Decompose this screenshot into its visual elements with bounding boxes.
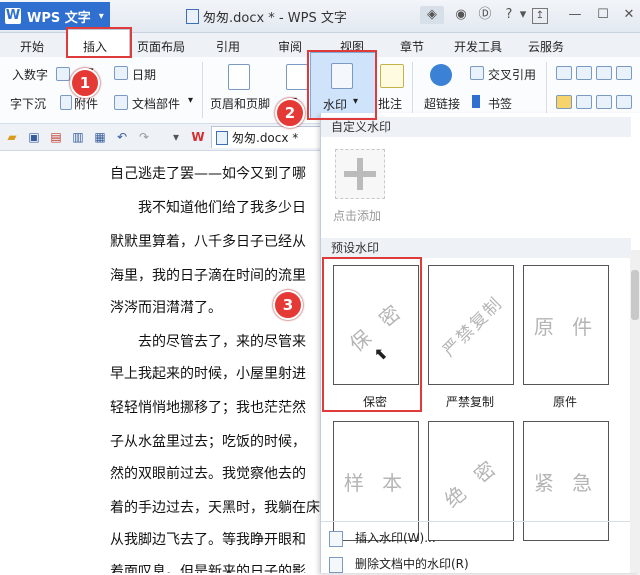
abc-icon[interactable] [556,66,572,80]
undo-icon[interactable]: ↶ [114,129,130,145]
insert-watermark-menu-item[interactable]: 插入水印(W)... [321,527,631,549]
cross-ref-button[interactable]: 交叉引用 [488,66,536,83]
bookmark-icon [472,95,480,108]
preset-watermark-urgent[interactable]: 紧 急 [523,421,609,541]
control-icon[interactable] [556,95,572,109]
attachment-icon [60,95,72,110]
doc-line: 默默里算着，八千多日子已经从 [110,234,306,250]
open-folder-icon[interactable]: ▰ [4,129,20,145]
drop-cap-button[interactable]: 字下沉 [10,95,46,112]
doc-line: 自己逃走了罢——如今又到了哪 [110,166,306,182]
skin-icon[interactable]: ◈ [420,6,444,24]
tab-developer[interactable]: 开发工具 [454,38,502,55]
tab-cloud[interactable]: 云服务 [528,38,564,55]
highlight-confidential-preset [322,257,422,412]
list-icon[interactable] [616,66,632,80]
app-menu-button[interactable]: W WPS 文字 ▾ [0,2,110,30]
tab-chapter[interactable]: 章节 [400,38,424,55]
doc-line: 海里，我的日子滴在时间的流里 [110,268,306,284]
document-icon [216,130,228,145]
add-label: 点击添加 [333,209,382,223]
tab-references[interactable]: 引用 [216,38,240,55]
button-icon[interactable] [576,95,592,109]
save-icon[interactable]: ▣ [26,129,42,145]
print-icon[interactable]: ▥ [70,129,86,145]
d-icon[interactable]: Ⓓ [476,6,494,24]
shield-icon[interactable]: ◉ [452,6,470,24]
field-icon [56,67,70,81]
doc-line: 着面叹息。但是新来的日子的影 [110,564,306,573]
app-name: WPS 文字 [27,10,91,26]
calendar-icon [114,66,128,80]
pdf-icon[interactable]: ▤ [48,129,64,145]
delete-watermark-icon [329,557,343,573]
chevron-down-icon[interactable]: ▾ [514,6,532,24]
redo-icon[interactable]: ↷ [136,129,152,145]
edit-icon[interactable] [616,95,632,109]
date-button[interactable]: 日期 [132,66,156,83]
doc-line: 去的尽管去了，来的尽管来 [110,334,306,350]
preset-watermark-no-copy[interactable]: 严禁复制 [428,265,514,385]
preset-watermark-top-secret[interactable]: 绝 密 [428,421,514,541]
watermark-icon [329,531,343,547]
maximize-icon[interactable]: ☐ [594,6,612,24]
minimize-icon[interactable]: — [566,6,584,24]
checkbox-icon[interactable] [596,66,612,80]
chevron-down-icon[interactable]: ▾ [188,95,193,106]
close-icon[interactable]: ✕ [620,6,638,24]
tab-page-layout[interactable]: 页面布局 [137,38,185,55]
menu-divider [321,521,631,522]
doc-line: 我不知道他们给了我多少日 [110,200,306,216]
step-badge-1: 1 [70,68,100,98]
document-page[interactable]: 自己逃走了罢——如今又到了哪 我不知道他们给了我多少日 默默里算着，八千多日子已… [0,151,320,573]
document-icon [186,9,199,24]
ribbon-divider [412,62,413,118]
chevron-down-icon: ▾ [98,10,104,22]
restore-icon[interactable]: ↥ [532,8,548,24]
doc-line: 子从水盆里过去；吃饭的时候， [110,434,306,450]
preset-watermark-sample[interactable]: 样 本 [333,421,419,541]
wps-brand-icon: W [191,130,205,144]
doc-parts-icon [114,95,128,110]
remove-watermark-menu-item[interactable]: 删除文档中的水印(R) [321,553,631,575]
wps-logo-icon: W [5,8,21,24]
print-preview-icon[interactable]: ▦ [92,129,108,145]
step-badge-2: 2 [275,98,305,128]
doc-parts-button[interactable]: 文档部件 [132,95,180,112]
doc-line: 涔涔而泪潸潸了。 [110,300,222,316]
globe-icon [430,64,452,86]
add-custom-watermark-button[interactable] [335,149,385,199]
ribbon-divider [546,62,547,118]
preset-label: 原件 [552,395,577,409]
hyperlink-button[interactable]: 超链接 [424,95,460,112]
window-title: 匆匆.docx * - WPS 文字 [186,7,347,26]
comment-icon [380,64,404,88]
document-tab[interactable]: 匆匆.docx * [211,126,331,148]
highlight-watermark-button [307,50,377,120]
scrollbar-thumb[interactable] [631,270,639,320]
header-footer-button[interactable]: 页眉和页脚 [210,95,270,112]
doc-line: 着的手边过去，天黑时，我躺在床 [110,500,320,516]
doc-line: 轻轻悄悄地挪移了；我也茫茫然 [110,400,306,416]
bookmark-button[interactable]: 书签 [488,95,512,112]
page-number-icon [286,64,308,90]
cross-ref-icon [470,66,484,80]
radio-icon[interactable] [596,95,612,109]
highlight-insert-tab [66,27,132,58]
preset-label: 严禁复制 [445,395,494,409]
ribbon-divider [202,62,203,118]
comment-button[interactable]: 批注 [378,95,402,112]
doc-line: 早上我起来的时候，小屋里射进 [110,366,306,382]
chevron-down-icon[interactable]: ▾ [168,129,184,145]
preset-watermark-original[interactable]: 原 件 [523,265,609,385]
header-footer-icon [228,64,250,90]
custom-watermark-header: 自定义水印 [321,117,631,137]
doc-line: 从我脚边飞去了。等我睁开眼和 [110,532,306,548]
insert-number-button[interactable]: 入数字 [12,66,48,83]
tab-home[interactable]: 开始 [20,38,44,55]
tab-review[interactable]: 审阅 [278,38,302,55]
doc-line: 然的双眼前过去。我觉察他去的 [110,466,306,482]
step-badge-3: 3 [273,290,303,320]
form-icon[interactable] [576,66,592,80]
